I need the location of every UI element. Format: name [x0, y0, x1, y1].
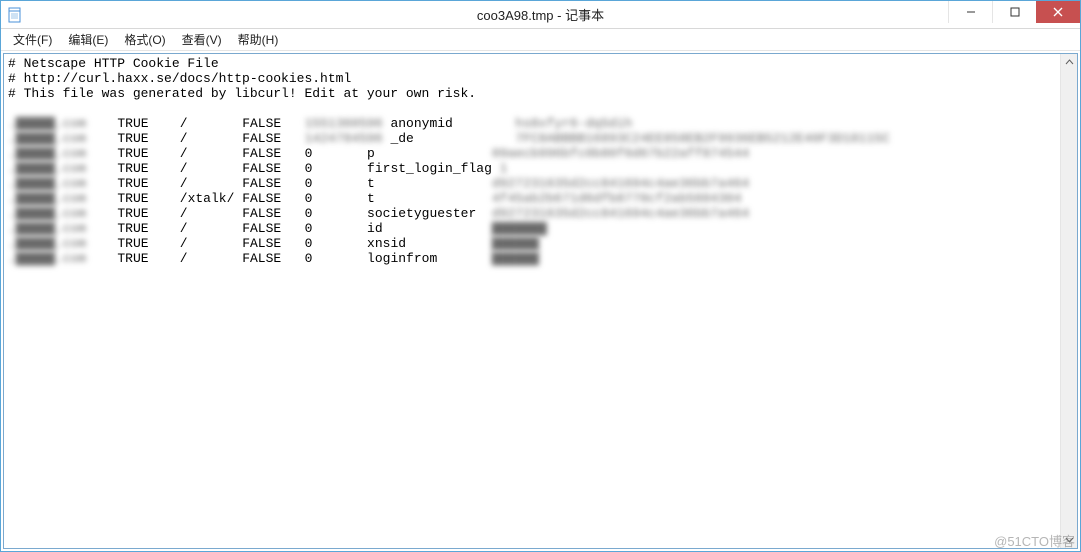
menu-edit[interactable]: 编辑(E)	[60, 29, 116, 50]
menu-help[interactable]: 帮助(H)	[230, 29, 287, 50]
chevron-down-icon	[1065, 535, 1074, 544]
maximize-icon	[1010, 7, 1020, 17]
minimize-icon	[966, 7, 976, 17]
minimize-button[interactable]	[948, 1, 992, 23]
scroll-up-button[interactable]	[1061, 54, 1078, 71]
chevron-up-icon	[1065, 58, 1074, 67]
scroll-down-button[interactable]	[1061, 531, 1078, 548]
window-controls	[948, 1, 1080, 28]
close-icon	[1053, 7, 1063, 17]
text-area[interactable]: # Netscape HTTP Cookie File # http://cur…	[4, 54, 1077, 268]
menu-format[interactable]: 格式(O)	[116, 29, 173, 50]
menu-file[interactable]: 文件(F)	[5, 29, 60, 50]
titlebar[interactable]: coo3A98.tmp - 记事本	[1, 1, 1080, 29]
vertical-scrollbar[interactable]	[1060, 54, 1077, 548]
notepad-icon	[7, 7, 23, 23]
text-area-frame: # Netscape HTTP Cookie File # http://cur…	[3, 53, 1078, 549]
close-button[interactable]	[1036, 1, 1080, 23]
menubar: 文件(F) 编辑(E) 格式(O) 查看(V) 帮助(H)	[1, 29, 1080, 51]
menu-view[interactable]: 查看(V)	[174, 29, 230, 50]
window-frame: coo3A98.tmp - 记事本 文件(F) 编辑(E) 格式(O) 查看(V…	[0, 0, 1081, 552]
maximize-button[interactable]	[992, 1, 1036, 23]
window-title: coo3A98.tmp - 记事本	[477, 5, 604, 24]
